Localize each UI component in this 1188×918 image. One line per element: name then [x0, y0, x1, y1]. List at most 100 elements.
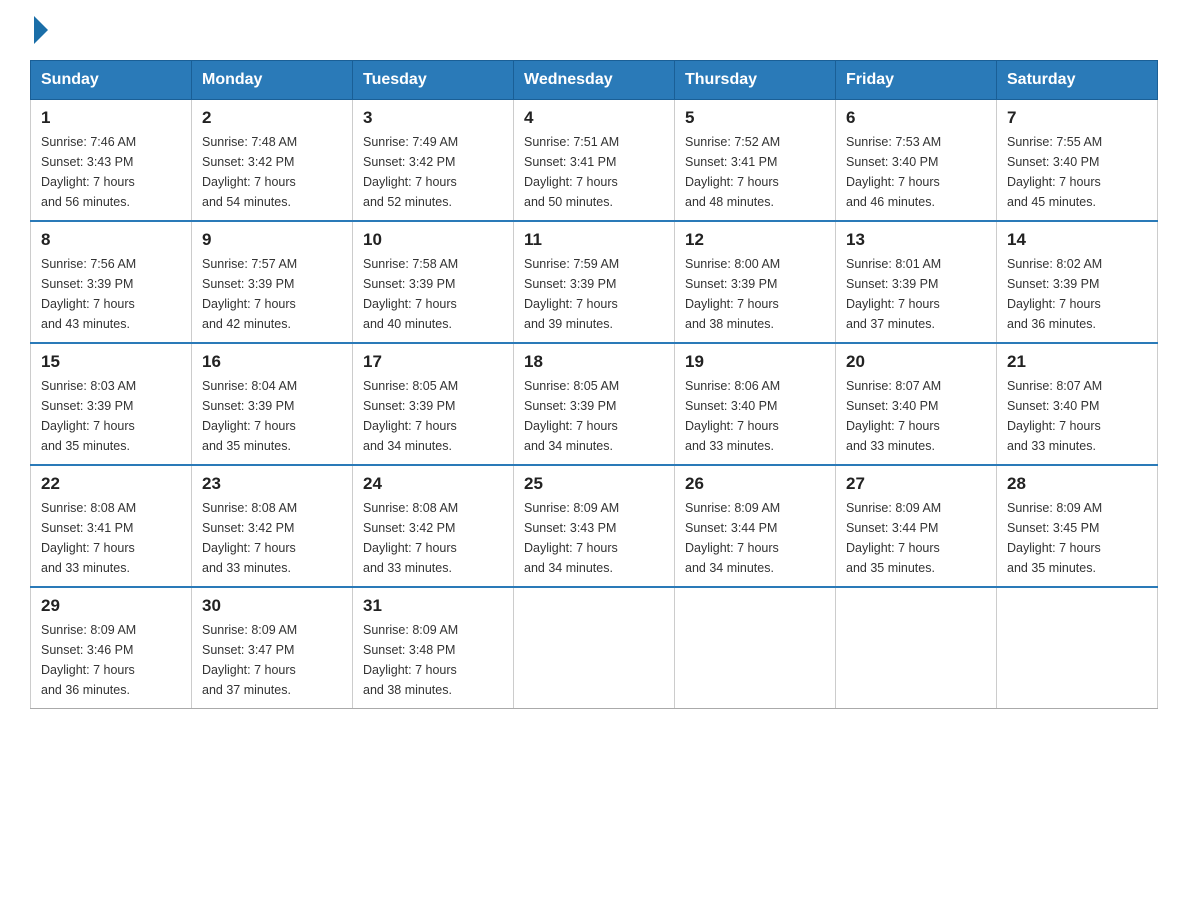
day-number: 3: [363, 108, 503, 128]
calendar-cell: 17 Sunrise: 8:05 AMSunset: 3:39 PMDaylig…: [353, 343, 514, 465]
day-info: Sunrise: 8:08 AMSunset: 3:42 PMDaylight:…: [363, 501, 458, 575]
day-info: Sunrise: 8:09 AMSunset: 3:43 PMDaylight:…: [524, 501, 619, 575]
page-header: [30, 20, 1158, 40]
day-number: 7: [1007, 108, 1147, 128]
day-number: 5: [685, 108, 825, 128]
calendar-cell: 15 Sunrise: 8:03 AMSunset: 3:39 PMDaylig…: [31, 343, 192, 465]
calendar-cell: 14 Sunrise: 8:02 AMSunset: 3:39 PMDaylig…: [997, 221, 1158, 343]
day-of-week-header: Thursday: [675, 61, 836, 100]
day-info: Sunrise: 7:55 AMSunset: 3:40 PMDaylight:…: [1007, 135, 1102, 209]
calendar-cell: 20 Sunrise: 8:07 AMSunset: 3:40 PMDaylig…: [836, 343, 997, 465]
calendar-cell: 3 Sunrise: 7:49 AMSunset: 3:42 PMDayligh…: [353, 100, 514, 222]
day-info: Sunrise: 8:00 AMSunset: 3:39 PMDaylight:…: [685, 257, 780, 331]
day-of-week-header: Tuesday: [353, 61, 514, 100]
day-number: 18: [524, 352, 664, 372]
calendar-week-row: 8 Sunrise: 7:56 AMSunset: 3:39 PMDayligh…: [31, 221, 1158, 343]
calendar-week-row: 1 Sunrise: 7:46 AMSunset: 3:43 PMDayligh…: [31, 100, 1158, 222]
day-number: 11: [524, 230, 664, 250]
calendar-cell: 24 Sunrise: 8:08 AMSunset: 3:42 PMDaylig…: [353, 465, 514, 587]
day-info: Sunrise: 8:08 AMSunset: 3:41 PMDaylight:…: [41, 501, 136, 575]
day-info: Sunrise: 8:04 AMSunset: 3:39 PMDaylight:…: [202, 379, 297, 453]
calendar-cell: 16 Sunrise: 8:04 AMSunset: 3:39 PMDaylig…: [192, 343, 353, 465]
calendar-cell: 25 Sunrise: 8:09 AMSunset: 3:43 PMDaylig…: [514, 465, 675, 587]
day-number: 4: [524, 108, 664, 128]
calendar-cell: 7 Sunrise: 7:55 AMSunset: 3:40 PMDayligh…: [997, 100, 1158, 222]
calendar-week-row: 22 Sunrise: 8:08 AMSunset: 3:41 PMDaylig…: [31, 465, 1158, 587]
calendar-cell: 2 Sunrise: 7:48 AMSunset: 3:42 PMDayligh…: [192, 100, 353, 222]
day-info: Sunrise: 8:05 AMSunset: 3:39 PMDaylight:…: [524, 379, 619, 453]
calendar-cell: 30 Sunrise: 8:09 AMSunset: 3:47 PMDaylig…: [192, 587, 353, 709]
day-number: 19: [685, 352, 825, 372]
calendar-cell: 31 Sunrise: 8:09 AMSunset: 3:48 PMDaylig…: [353, 587, 514, 709]
day-number: 27: [846, 474, 986, 494]
calendar-cell: 26 Sunrise: 8:09 AMSunset: 3:44 PMDaylig…: [675, 465, 836, 587]
calendar-cell: [514, 587, 675, 709]
day-info: Sunrise: 8:07 AMSunset: 3:40 PMDaylight:…: [1007, 379, 1102, 453]
day-number: 16: [202, 352, 342, 372]
calendar-week-row: 15 Sunrise: 8:03 AMSunset: 3:39 PMDaylig…: [31, 343, 1158, 465]
calendar-cell: 10 Sunrise: 7:58 AMSunset: 3:39 PMDaylig…: [353, 221, 514, 343]
calendar-cell: 5 Sunrise: 7:52 AMSunset: 3:41 PMDayligh…: [675, 100, 836, 222]
day-info: Sunrise: 8:02 AMSunset: 3:39 PMDaylight:…: [1007, 257, 1102, 331]
calendar-cell: 12 Sunrise: 8:00 AMSunset: 3:39 PMDaylig…: [675, 221, 836, 343]
day-of-week-header: Saturday: [997, 61, 1158, 100]
day-number: 28: [1007, 474, 1147, 494]
calendar-cell: 22 Sunrise: 8:08 AMSunset: 3:41 PMDaylig…: [31, 465, 192, 587]
day-info: Sunrise: 7:49 AMSunset: 3:42 PMDaylight:…: [363, 135, 458, 209]
day-number: 13: [846, 230, 986, 250]
day-info: Sunrise: 8:09 AMSunset: 3:46 PMDaylight:…: [41, 623, 136, 697]
day-info: Sunrise: 8:03 AMSunset: 3:39 PMDaylight:…: [41, 379, 136, 453]
calendar-cell: 13 Sunrise: 8:01 AMSunset: 3:39 PMDaylig…: [836, 221, 997, 343]
day-number: 15: [41, 352, 181, 372]
day-info: Sunrise: 8:01 AMSunset: 3:39 PMDaylight:…: [846, 257, 941, 331]
day-number: 14: [1007, 230, 1147, 250]
day-number: 1: [41, 108, 181, 128]
day-of-week-header: Monday: [192, 61, 353, 100]
calendar-cell: 11 Sunrise: 7:59 AMSunset: 3:39 PMDaylig…: [514, 221, 675, 343]
calendar-cell: 8 Sunrise: 7:56 AMSunset: 3:39 PMDayligh…: [31, 221, 192, 343]
day-number: 17: [363, 352, 503, 372]
logo: [30, 20, 48, 40]
day-info: Sunrise: 8:09 AMSunset: 3:44 PMDaylight:…: [846, 501, 941, 575]
day-of-week-header: Friday: [836, 61, 997, 100]
calendar-header-row: SundayMondayTuesdayWednesdayThursdayFrid…: [31, 61, 1158, 100]
day-info: Sunrise: 8:09 AMSunset: 3:47 PMDaylight:…: [202, 623, 297, 697]
calendar-table: SundayMondayTuesdayWednesdayThursdayFrid…: [30, 60, 1158, 709]
calendar-cell: 21 Sunrise: 8:07 AMSunset: 3:40 PMDaylig…: [997, 343, 1158, 465]
day-number: 31: [363, 596, 503, 616]
day-number: 23: [202, 474, 342, 494]
calendar-cell: 23 Sunrise: 8:08 AMSunset: 3:42 PMDaylig…: [192, 465, 353, 587]
day-number: 6: [846, 108, 986, 128]
calendar-cell: [675, 587, 836, 709]
calendar-cell: 1 Sunrise: 7:46 AMSunset: 3:43 PMDayligh…: [31, 100, 192, 222]
calendar-cell: [997, 587, 1158, 709]
day-info: Sunrise: 7:46 AMSunset: 3:43 PMDaylight:…: [41, 135, 136, 209]
calendar-cell: 9 Sunrise: 7:57 AMSunset: 3:39 PMDayligh…: [192, 221, 353, 343]
day-info: Sunrise: 7:52 AMSunset: 3:41 PMDaylight:…: [685, 135, 780, 209]
day-info: Sunrise: 8:09 AMSunset: 3:48 PMDaylight:…: [363, 623, 458, 697]
calendar-cell: 19 Sunrise: 8:06 AMSunset: 3:40 PMDaylig…: [675, 343, 836, 465]
calendar-cell: [836, 587, 997, 709]
day-number: 8: [41, 230, 181, 250]
day-info: Sunrise: 8:05 AMSunset: 3:39 PMDaylight:…: [363, 379, 458, 453]
day-of-week-header: Sunday: [31, 61, 192, 100]
calendar-week-row: 29 Sunrise: 8:09 AMSunset: 3:46 PMDaylig…: [31, 587, 1158, 709]
logo-arrow-icon: [34, 16, 48, 44]
day-info: Sunrise: 8:09 AMSunset: 3:45 PMDaylight:…: [1007, 501, 1102, 575]
day-number: 20: [846, 352, 986, 372]
day-number: 26: [685, 474, 825, 494]
calendar-cell: 18 Sunrise: 8:05 AMSunset: 3:39 PMDaylig…: [514, 343, 675, 465]
day-info: Sunrise: 7:56 AMSunset: 3:39 PMDaylight:…: [41, 257, 136, 331]
day-info: Sunrise: 8:06 AMSunset: 3:40 PMDaylight:…: [685, 379, 780, 453]
day-info: Sunrise: 7:53 AMSunset: 3:40 PMDaylight:…: [846, 135, 941, 209]
day-number: 22: [41, 474, 181, 494]
calendar-cell: 6 Sunrise: 7:53 AMSunset: 3:40 PMDayligh…: [836, 100, 997, 222]
day-number: 9: [202, 230, 342, 250]
calendar-cell: 29 Sunrise: 8:09 AMSunset: 3:46 PMDaylig…: [31, 587, 192, 709]
day-number: 25: [524, 474, 664, 494]
day-info: Sunrise: 7:48 AMSunset: 3:42 PMDaylight:…: [202, 135, 297, 209]
day-number: 2: [202, 108, 342, 128]
day-info: Sunrise: 8:09 AMSunset: 3:44 PMDaylight:…: [685, 501, 780, 575]
day-info: Sunrise: 8:07 AMSunset: 3:40 PMDaylight:…: [846, 379, 941, 453]
day-number: 24: [363, 474, 503, 494]
